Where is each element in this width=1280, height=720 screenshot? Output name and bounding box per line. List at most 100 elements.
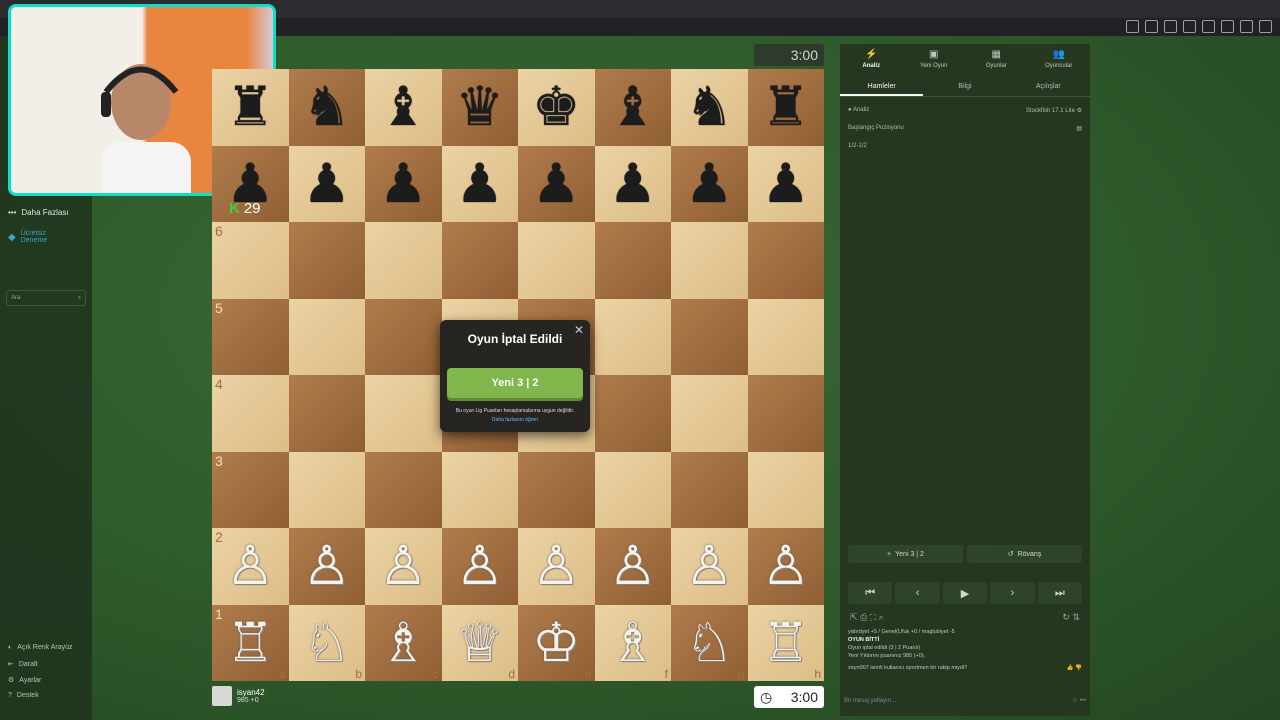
board-square[interactable]	[441, 222, 518, 299]
board-square[interactable]	[365, 451, 442, 528]
print-icon[interactable]: ⎙	[860, 612, 867, 622]
black-pawn-icon[interactable]: ♟	[456, 157, 504, 211]
black-knight-icon[interactable]: ♞	[685, 80, 733, 134]
support-link[interactable]: ? Destek	[8, 692, 39, 699]
board-square[interactable]: ♙	[441, 528, 518, 605]
board-square[interactable]	[671, 375, 748, 452]
board-square[interactable]: ♟	[671, 145, 748, 222]
subtab-info[interactable]: Bilgi	[923, 78, 1006, 96]
board-square[interactable]	[518, 451, 595, 528]
search-input[interactable]: Ara ⌕	[6, 290, 86, 306]
black-queen-icon[interactable]: ♛	[456, 80, 504, 134]
board-square[interactable]: ♙	[365, 528, 442, 605]
white-rook-icon[interactable]: ♖	[226, 616, 274, 670]
white-pawn-icon[interactable]: ♙	[532, 539, 580, 593]
board-square[interactable]	[594, 222, 671, 299]
board-square[interactable]	[671, 451, 748, 528]
board-square[interactable]	[594, 375, 671, 452]
more-icon[interactable]: •••	[1080, 698, 1086, 704]
learn-more-link[interactable]: Daha fazlasını öğren	[440, 417, 590, 423]
board-square[interactable]	[365, 298, 442, 375]
white-pawn-icon[interactable]: ♙	[226, 539, 274, 593]
thumbs-down-icon[interactable]: 👎	[1075, 665, 1082, 671]
white-queen-icon[interactable]: ♕	[456, 616, 504, 670]
board-square[interactable]	[671, 222, 748, 299]
emoji-icon[interactable]: ☺	[1072, 698, 1078, 704]
board-square[interactable]	[288, 451, 365, 528]
thumbs-up-icon[interactable]: 👍	[1067, 665, 1074, 671]
share-icon[interactable]: ⇱	[850, 612, 858, 622]
board-square[interactable]: 6	[212, 222, 289, 299]
light-theme-toggle[interactable]: ◐ Açık Renk Arayüz	[8, 644, 72, 651]
reader-icon[interactable]	[1145, 20, 1158, 33]
board-square[interactable]: ♙	[518, 528, 595, 605]
board-square[interactable]: ♖ h	[747, 604, 824, 681]
board-square[interactable]	[365, 375, 442, 452]
board-square[interactable]: ♟	[441, 145, 518, 222]
board-square[interactable]: ♙ 2	[212, 528, 289, 605]
board-square[interactable]: ♗ f	[594, 604, 671, 681]
board-square[interactable]: ♚	[518, 69, 595, 146]
board-square[interactable]: ♞	[671, 69, 748, 146]
gear-icon[interactable]: ⚙	[1077, 108, 1082, 114]
board-square[interactable]	[288, 375, 365, 452]
white-pawn-icon[interactable]: ♙	[762, 539, 810, 593]
board-square[interactable]: ♙	[594, 528, 671, 605]
white-pawn-icon[interactable]: ♙	[685, 539, 733, 593]
menu-icon[interactable]	[1259, 20, 1272, 33]
history-icon[interactable]	[1221, 20, 1234, 33]
tab-games[interactable]: ▦ Oyunlar	[965, 44, 1028, 74]
black-rook-icon[interactable]: ♜	[762, 80, 810, 134]
board-square[interactable]: ♟	[365, 145, 442, 222]
black-pawn-icon[interactable]: ♟	[532, 157, 580, 211]
rematch-button[interactable]: ↺ Rövanş	[967, 545, 1082, 563]
board-square[interactable]: ♘ b	[288, 604, 365, 681]
board-square[interactable]: 5	[212, 298, 289, 375]
more-menu[interactable]: ••• Daha Fazlası	[8, 208, 69, 217]
avatar[interactable]	[212, 686, 232, 706]
new-game-panel-button[interactable]: + Yeni 3 | 2	[848, 545, 963, 563]
trash-icon[interactable]: ▤	[1076, 125, 1082, 132]
board-square[interactable]: ♟	[288, 145, 365, 222]
star-icon[interactable]	[1164, 20, 1177, 33]
white-pawn-icon[interactable]: ♙	[456, 539, 504, 593]
free-trial-link[interactable]: ◆ Ücretsiz Deneme	[8, 230, 47, 244]
board-square[interactable]: ♖ 1 a	[212, 604, 289, 681]
black-pawn-icon[interactable]: ♟	[379, 157, 427, 211]
subtab-openings[interactable]: Açılışlar	[1007, 78, 1090, 96]
board-square[interactable]: ♞	[288, 69, 365, 146]
board-square[interactable]: ♜	[212, 69, 289, 146]
play-icon[interactable]: ▶	[942, 582, 988, 604]
expand-icon[interactable]: ⛶	[870, 612, 876, 622]
bookmark-icon[interactable]	[1126, 20, 1139, 33]
board-square[interactable]	[747, 451, 824, 528]
board-square[interactable]: ♔ e	[518, 604, 595, 681]
toggle-icon[interactable]: ●	[848, 107, 852, 113]
flip-icon[interactable]: ⇅	[1072, 612, 1080, 622]
board-square[interactable]	[288, 298, 365, 375]
board-square[interactable]	[518, 222, 595, 299]
board-square[interactable]	[441, 451, 518, 528]
board-square[interactable]: 4	[212, 375, 289, 452]
first-move-icon[interactable]: ⏮	[848, 582, 893, 604]
black-pawn-icon[interactable]: ♟	[685, 157, 733, 211]
board-square[interactable]	[747, 222, 824, 299]
board-square[interactable]: ♝	[594, 69, 671, 146]
extension-icon[interactable]	[1202, 20, 1215, 33]
board-square[interactable]: ♙	[747, 528, 824, 605]
board-square[interactable]: 3	[212, 451, 289, 528]
new-game-button[interactable]: Yeni 3 | 2	[447, 368, 583, 398]
board-square[interactable]	[365, 222, 442, 299]
board-square[interactable]: ♗ c	[365, 604, 442, 681]
collapse-button[interactable]: ⇤ Daralt	[8, 660, 38, 669]
subtab-moves[interactable]: Hamleler	[840, 78, 924, 96]
last-move-icon[interactable]: ⏭	[1037, 582, 1083, 604]
board-square[interactable]	[594, 451, 671, 528]
black-rook-icon[interactable]: ♜	[226, 80, 274, 134]
board-square[interactable]	[671, 298, 748, 375]
black-king-icon[interactable]: ♚	[532, 80, 580, 134]
black-bishop-icon[interactable]: ♝	[609, 80, 657, 134]
white-pawn-icon[interactable]: ♙	[379, 539, 427, 593]
tab-players[interactable]: 👥 Oyuncular	[1028, 44, 1091, 74]
board-square[interactable]: ♟	[747, 145, 824, 222]
